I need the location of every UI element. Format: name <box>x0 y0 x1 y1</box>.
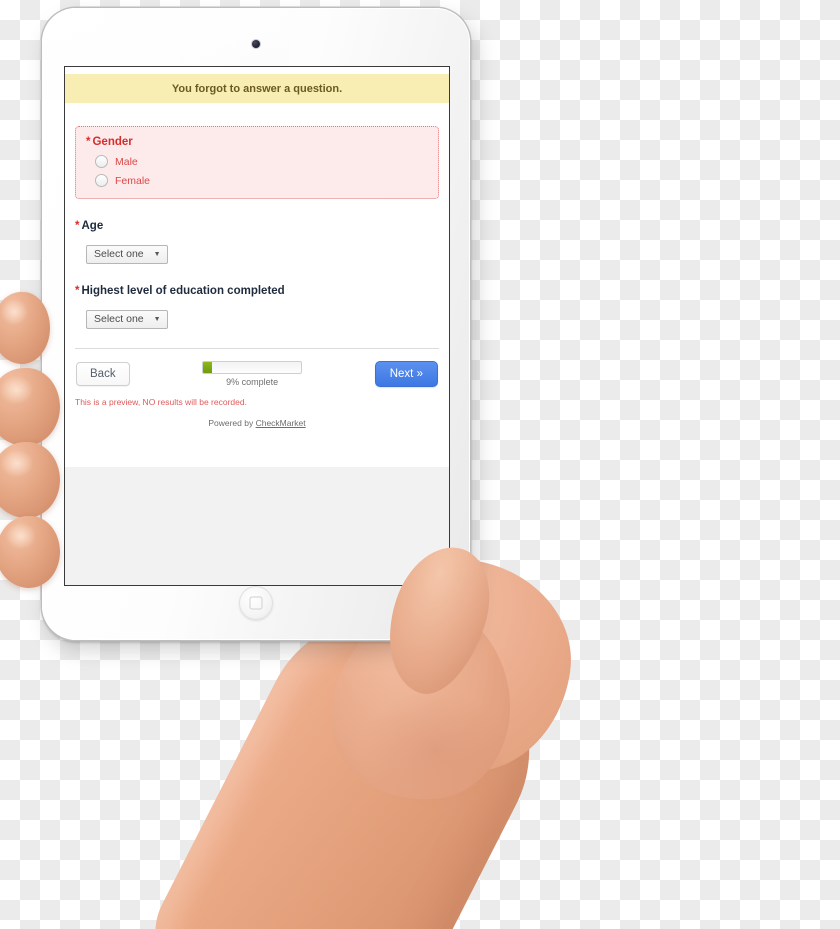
required-asterisk-icon: * <box>86 136 91 148</box>
radio-option-female[interactable]: Female <box>95 174 428 187</box>
warning-banner-text: You forgot to answer a question. <box>171 82 343 95</box>
next-button[interactable]: Next » <box>374 360 438 387</box>
education-select-value: Select one <box>94 313 144 325</box>
powered-by-prefix: Powered by <box>208 418 256 428</box>
checkmarket-link[interactable]: CheckMarket <box>256 418 306 428</box>
preview-notice: This is a preview, NO results will be re… <box>75 397 247 407</box>
progress-label: 9% complete <box>226 377 279 387</box>
chevron-down-icon: ▼ <box>153 250 161 258</box>
question-block-age: * Age Select one ▼ <box>65 220 449 264</box>
progress-bar-track <box>202 361 303 374</box>
question-age-label: * Age <box>75 220 439 232</box>
question-gender-error-box: * Gender Male Female <box>75 126 439 199</box>
radio-option-female-label: Female <box>115 174 151 187</box>
required-asterisk-icon: * <box>75 285 80 297</box>
education-select[interactable]: Select one ▼ <box>86 310 168 329</box>
back-button[interactable]: Back <box>76 361 130 386</box>
camera-dot-icon <box>252 40 260 48</box>
tablet-device: General Information You forgot to answer… <box>42 8 470 640</box>
survey-page: General Information You forgot to answer… <box>65 67 449 467</box>
powered-by-footer: Powered by CheckMarket <box>65 418 449 428</box>
question-age-label-text: Age <box>81 220 104 232</box>
chevron-down-icon: ▼ <box>153 315 161 323</box>
age-select[interactable]: Select one ▼ <box>86 245 168 264</box>
question-block-education: * Highest level of education completed Se… <box>65 285 449 329</box>
radio-option-male-label: Male <box>115 155 138 168</box>
survey-navigation: Back 9% complete Next » <box>65 349 449 387</box>
progress-bar-fill <box>203 362 212 373</box>
radio-button-male-icon[interactable] <box>95 155 108 168</box>
progress-indicator: 9% complete <box>202 361 303 387</box>
wrist-shading <box>360 690 510 810</box>
home-button-square <box>249 596 263 610</box>
survey-content: * Gender Male Female * Age Select one ▼ … <box>65 117 449 428</box>
home-button-icon[interactable] <box>239 586 273 620</box>
radio-button-female-icon[interactable] <box>95 174 108 187</box>
question-education-label: * Highest level of education completed <box>75 285 439 297</box>
warning-banner: You forgot to answer a question. <box>65 74 449 103</box>
question-education-label-text: Highest level of education completed <box>81 285 285 297</box>
required-asterisk-icon: * <box>75 220 80 232</box>
radio-option-male[interactable]: Male <box>95 155 428 168</box>
question-gender-label: * Gender <box>86 136 428 148</box>
question-gender-label-text: Gender <box>92 136 133 148</box>
tablet-screen: General Information You forgot to answer… <box>64 66 450 586</box>
question-block-gender: * Gender Male Female <box>65 126 449 199</box>
age-select-value: Select one <box>94 248 144 260</box>
